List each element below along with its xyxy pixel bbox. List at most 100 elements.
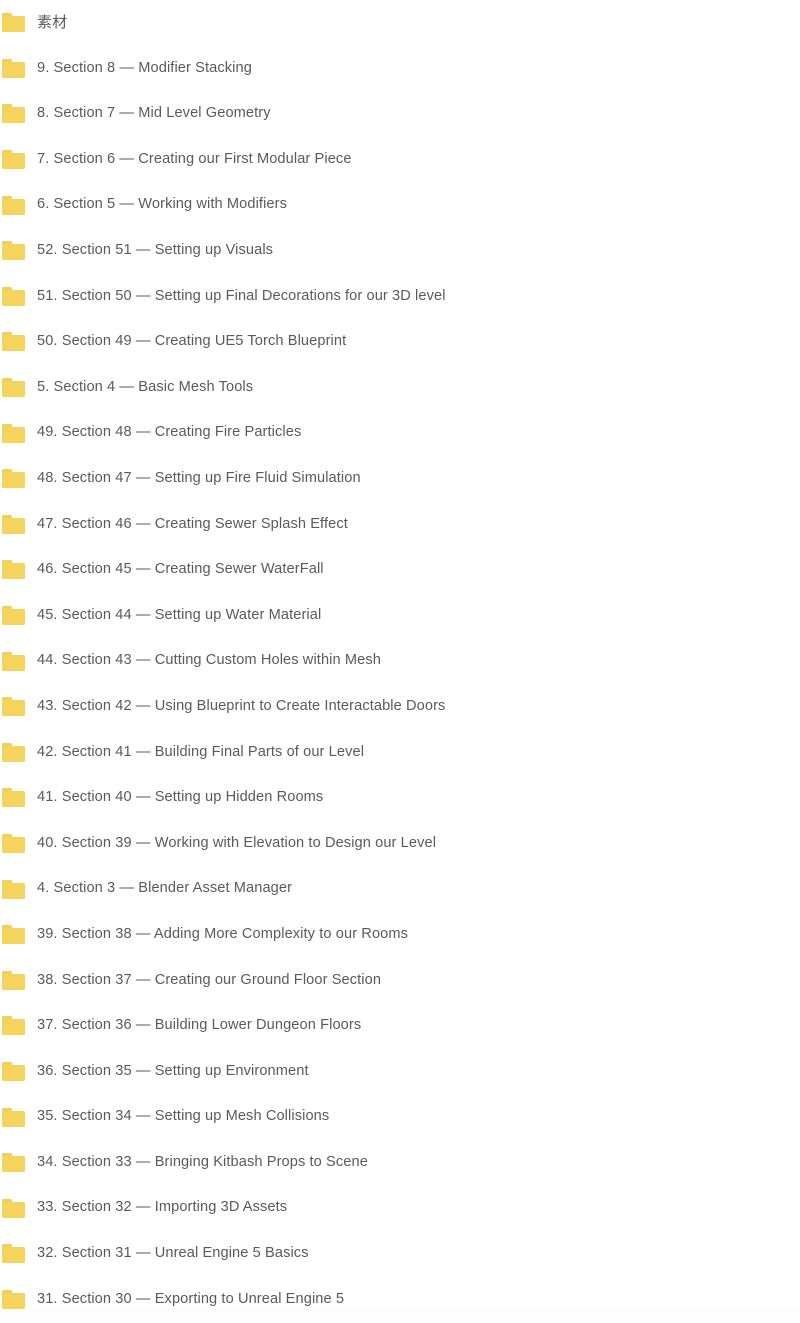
folder-icon-body xyxy=(2,745,25,762)
folder-row[interactable]: 33. Section 32 — Importing 3D Assets xyxy=(0,1185,800,1232)
folder-label: 52. Section 51 — Setting up Visuals xyxy=(37,242,274,259)
folder-icon-body xyxy=(2,1019,25,1036)
folder-row[interactable]: 45. Section 44 — Setting up Water Materi… xyxy=(0,592,800,639)
folder-icon-body xyxy=(2,244,25,261)
folder-label: 45. Section 44 — Setting up Water Materi… xyxy=(37,606,322,623)
folder-icon-body xyxy=(2,1110,25,1127)
folder-icon xyxy=(2,1061,25,1081)
folder-row[interactable]: 44. Section 43 — Cutting Custom Holes wi… xyxy=(0,638,800,684)
folder-row[interactable]: 47. Section 46 — Creating Sewer Splash E… xyxy=(0,501,800,548)
folder-label: 42. Section 41 — Building Final Parts of… xyxy=(37,743,365,760)
folder-row[interactable]: 36. Section 35 — Setting up Environment xyxy=(0,1048,800,1095)
folder-row[interactable]: 43. Section 42 — Using Blueprint to Crea… xyxy=(0,683,800,730)
folder-label: 36. Section 35 — Setting up Environment xyxy=(37,1062,309,1079)
folder-label: 31. Section 30 — Exporting to Unreal Eng… xyxy=(37,1290,345,1307)
folder-icon-body xyxy=(2,107,25,124)
folder-row[interactable]: 50. Section 49 — Creating UE5 Torch Blue… xyxy=(0,319,800,365)
folder-icon xyxy=(2,1244,25,1264)
folder-icon xyxy=(2,286,25,306)
folder-icon-body xyxy=(2,836,25,853)
folder-label: 7. Section 6 — Creating our First Modula… xyxy=(37,150,352,167)
folder-icon xyxy=(2,423,25,443)
folder-row[interactable]: 8. Section 7 — Mid Level Geometry xyxy=(0,91,800,137)
folder-icon-body xyxy=(2,16,25,33)
folder-icon-body xyxy=(2,1292,25,1309)
folder-icon xyxy=(2,788,25,808)
folder-icon xyxy=(2,514,25,534)
folder-icon xyxy=(2,970,25,990)
folder-row[interactable]: 49. Section 48 — Creating Fire Particles xyxy=(0,410,800,456)
folder-label: 38. Section 37 — Creating our Ground Flo… xyxy=(37,971,382,988)
folder-label: 4. Section 3 — Blender Asset Manager xyxy=(37,880,293,897)
folder-icon xyxy=(2,925,25,945)
folder-row[interactable]: 38. Section 37 — Creating our Ground Flo… xyxy=(0,957,800,1004)
folder-label: 33. Section 32 — Importing 3D Assets xyxy=(37,1199,288,1216)
folder-label: 素材 xyxy=(37,13,68,31)
folder-label: 35. Section 34 — Setting up Mesh Collisi… xyxy=(37,1108,330,1125)
folder-row[interactable]: 35. Section 34 — Setting up Mesh Collisi… xyxy=(0,1094,800,1140)
folder-icon-body xyxy=(2,609,25,626)
folder-icon xyxy=(2,195,25,215)
folder-icon xyxy=(2,378,25,398)
folder-label: 46. Section 45 — Creating Sewer WaterFal… xyxy=(37,561,324,578)
folder-icon xyxy=(2,13,25,33)
folder-label: 51. Section 50 — Setting up Final Decora… xyxy=(37,287,446,304)
folder-label: 47. Section 46 — Creating Sewer Splash E… xyxy=(37,515,348,532)
folder-row[interactable]: 素材 xyxy=(0,0,800,46)
folder-icon-body xyxy=(2,1064,25,1081)
folder-row[interactable]: 52. Section 51 — Setting up Visuals xyxy=(0,227,800,274)
folder-row[interactable]: 5. Section 4 — Basic Mesh Tools xyxy=(0,364,800,411)
folder-icon-body xyxy=(2,1156,25,1173)
folder-icon xyxy=(2,58,25,78)
folder-icon-body xyxy=(2,1247,25,1264)
folder-row[interactable]: 34. Section 33 — Bringing Kitbash Props … xyxy=(0,1139,800,1186)
folder-icon xyxy=(2,560,25,580)
folder-row[interactable]: 48. Section 47 — Setting up Fire Fluid S… xyxy=(0,455,800,502)
folder-label: 5. Section 4 — Basic Mesh Tools xyxy=(37,378,254,395)
folder-label: 41. Section 40 — Setting up Hidden Rooms xyxy=(37,789,324,806)
folder-row[interactable]: 9. Section 8 — Modifier Stacking xyxy=(0,45,800,92)
folder-icon-body xyxy=(2,654,25,671)
folder-label: 43. Section 42 — Using Blueprint to Crea… xyxy=(37,697,446,714)
folder-icon-body xyxy=(2,700,25,717)
folder-row[interactable]: 46. Section 45 — Creating Sewer WaterFal… xyxy=(0,547,800,593)
folder-label: 49. Section 48 — Creating Fire Particles xyxy=(37,424,302,441)
folder-icon-body xyxy=(2,882,25,899)
folder-icon-body xyxy=(2,928,25,945)
folder-label: 40. Section 39 — Working with Elevation … xyxy=(37,834,437,851)
folder-label: 50. Section 49 — Creating UE5 Torch Blue… xyxy=(37,333,347,350)
folder-row[interactable]: 32. Section 31 — Unreal Engine 5 Basics xyxy=(0,1231,800,1277)
folder-icon xyxy=(2,104,25,124)
folder-row[interactable]: 4. Section 3 — Blender Asset Manager xyxy=(0,866,800,912)
folder-rows-container: 素材 9. Section 8 — Modifier Stacking 8. Sec… xyxy=(0,0,800,1323)
folder-icon xyxy=(2,1289,25,1309)
folder-label: 48. Section 47 — Setting up Fire Fluid S… xyxy=(37,469,361,486)
folder-icon-body xyxy=(2,426,25,443)
folder-icon-body xyxy=(2,153,25,170)
folder-row[interactable]: 39. Section 38 — Adding More Complexity … xyxy=(0,911,800,958)
folder-icon-body xyxy=(2,61,25,78)
folder-icon xyxy=(2,241,25,261)
folder-icon-body xyxy=(2,517,25,534)
folder-label: 37. Section 36 — Building Lower Dungeon … xyxy=(37,1017,362,1034)
folder-row[interactable]: 40. Section 39 — Working with Elevation … xyxy=(0,820,800,867)
folder-icon xyxy=(2,833,25,853)
folder-row[interactable]: 37. Section 36 — Building Lower Dungeon … xyxy=(0,1003,800,1049)
folder-label: 44. Section 43 — Cutting Custom Holes wi… xyxy=(37,652,381,669)
folder-label: 8. Section 7 — Mid Level Geometry xyxy=(37,105,271,122)
folder-row[interactable]: 42. Section 41 — Building Final Parts of… xyxy=(0,729,800,776)
folder-icon xyxy=(2,1107,25,1127)
folder-row[interactable]: 51. Section 50 — Setting up Final Decora… xyxy=(0,273,800,320)
folder-icon xyxy=(2,332,25,352)
folder-icon-body xyxy=(2,335,25,352)
folder-icon xyxy=(2,879,25,899)
folder-list: 素材 9. Section 8 — Modifier Stacking 8. Sec… xyxy=(0,0,800,1323)
folder-icon-body xyxy=(2,198,25,215)
folder-icon xyxy=(2,606,25,626)
folder-row[interactable]: 41. Section 40 — Setting up Hidden Rooms xyxy=(0,775,800,821)
folder-icon-body xyxy=(2,791,25,808)
folder-icon xyxy=(2,651,25,671)
folder-row[interactable]: 7. Section 6 — Creating our First Modula… xyxy=(0,136,800,183)
folder-row[interactable]: 6. Section 5 — Working with Modifiers xyxy=(0,182,800,228)
folder-icon xyxy=(2,1153,25,1173)
